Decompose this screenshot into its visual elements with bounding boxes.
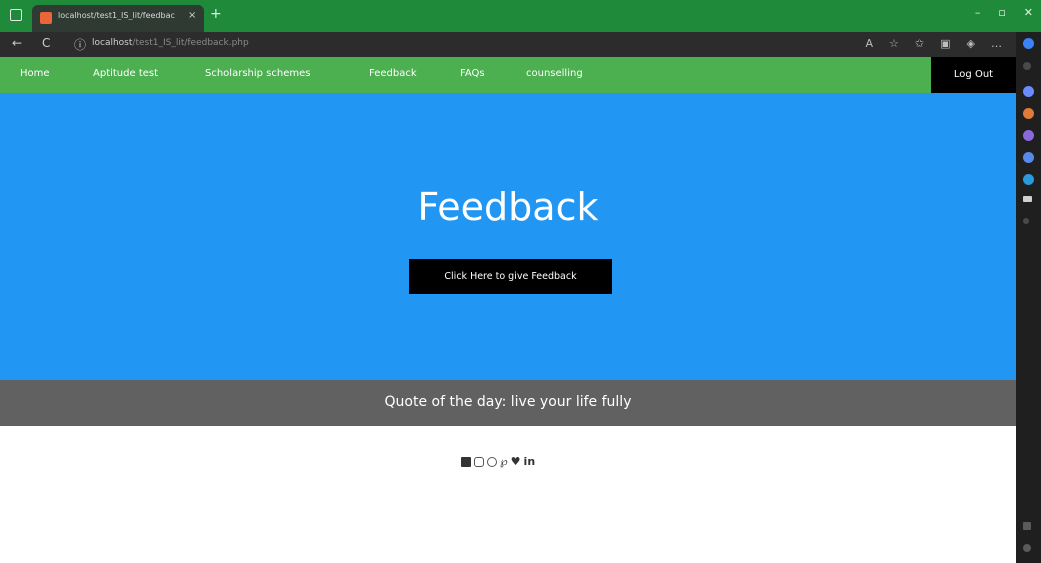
favicon-icon (40, 12, 52, 24)
site-info-icon[interactable]: ⓘ (74, 36, 86, 53)
copilot-icon[interactable] (1023, 38, 1034, 49)
favorite-star-icon[interactable]: ☆ (889, 37, 899, 50)
pinterest-icon[interactable]: ℘ (500, 456, 508, 468)
hero-section: Feedback Click Here to give Feedback (0, 93, 1016, 380)
extensions-icon[interactable]: ◈ (967, 37, 975, 50)
linkedin-icon[interactable]: in (524, 456, 536, 468)
read-aloud-icon[interactable]: A (866, 37, 874, 50)
twitter-icon[interactable]: ♥ (511, 456, 521, 468)
send-icon[interactable] (1023, 196, 1032, 202)
tools-icon[interactable] (1023, 108, 1034, 119)
github-icon[interactable] (487, 457, 497, 467)
maximize-button[interactable]: ▫ (998, 6, 1005, 19)
collections-icon[interactable]: ▣ (940, 37, 950, 50)
facebook-icon[interactable] (461, 457, 471, 467)
window-controls: – ▫ ✕ (975, 6, 1033, 19)
window-icon[interactable] (10, 9, 22, 21)
nav-aptitude-test[interactable]: Aptitude test (93, 68, 158, 79)
tab-title: localhost/test1_IS_lit/feedbac (58, 11, 175, 20)
url-host: localhost (92, 38, 133, 48)
quote-text: Quote of the day: live your life fully (384, 394, 632, 410)
page-title: Feedback (417, 185, 599, 229)
sidebar-layout-icon[interactable] (1023, 522, 1031, 530)
games-icon[interactable] (1023, 130, 1034, 141)
nav-faqs[interactable]: FAQs (460, 68, 485, 79)
edge-sidebar (1016, 32, 1041, 563)
settings-gear-icon[interactable] (1023, 544, 1031, 552)
outlook-icon[interactable] (1023, 174, 1034, 185)
browser-tab[interactable]: localhost/test1_IS_lit/feedbac × (32, 5, 204, 32)
nav-counselling[interactable]: counselling (526, 68, 583, 79)
office-icon[interactable] (1023, 152, 1034, 163)
reload-icon[interactable]: C (42, 36, 50, 50)
logout-button[interactable]: Log Out (931, 57, 1016, 93)
url-input[interactable]: ⓘ localhost/test1_IS_lit/feedback.php (74, 35, 840, 54)
search-icon[interactable] (1023, 62, 1031, 70)
give-feedback-button[interactable]: Click Here to give Feedback (409, 259, 612, 294)
browser-title-bar: localhost/test1_IS_lit/feedbac × + – ▫ ✕ (0, 0, 1041, 32)
close-window-button[interactable]: ✕ (1024, 6, 1033, 19)
nav-home[interactable]: Home (20, 68, 50, 79)
nav-scholarship-schemes[interactable]: Scholarship schemes (205, 68, 310, 79)
back-arrow-icon[interactable]: ← (12, 36, 22, 50)
tab-close-icon[interactable]: × (188, 10, 196, 21)
nav-feedback[interactable]: Feedback (369, 68, 417, 79)
address-bar-row: ← C ⓘ localhost/test1_IS_lit/feedback.ph… (0, 32, 1016, 57)
browser-toolbar: A ☆ ✩ ▣ ◈ … (866, 37, 1003, 50)
minimize-button[interactable]: – (975, 6, 981, 19)
url-path: /test1_IS_lit/feedback.php (132, 38, 249, 48)
site-navbar: Home Aptitude test Scholarship schemes F… (0, 57, 1016, 93)
new-tab-button[interactable]: + (210, 7, 222, 21)
quote-bar: Quote of the day: live your life fully (0, 380, 1016, 426)
social-links: ℘ ♥ in (461, 456, 535, 468)
more-options-icon[interactable]: … (991, 37, 1002, 50)
add-icon[interactable] (1023, 218, 1029, 224)
favorites-icon[interactable]: ✩ (915, 37, 924, 50)
instagram-icon[interactable] (474, 457, 484, 467)
url-text: localhost/test1_IS_lit/feedback.php (92, 38, 249, 48)
shopping-icon[interactable] (1023, 86, 1034, 97)
